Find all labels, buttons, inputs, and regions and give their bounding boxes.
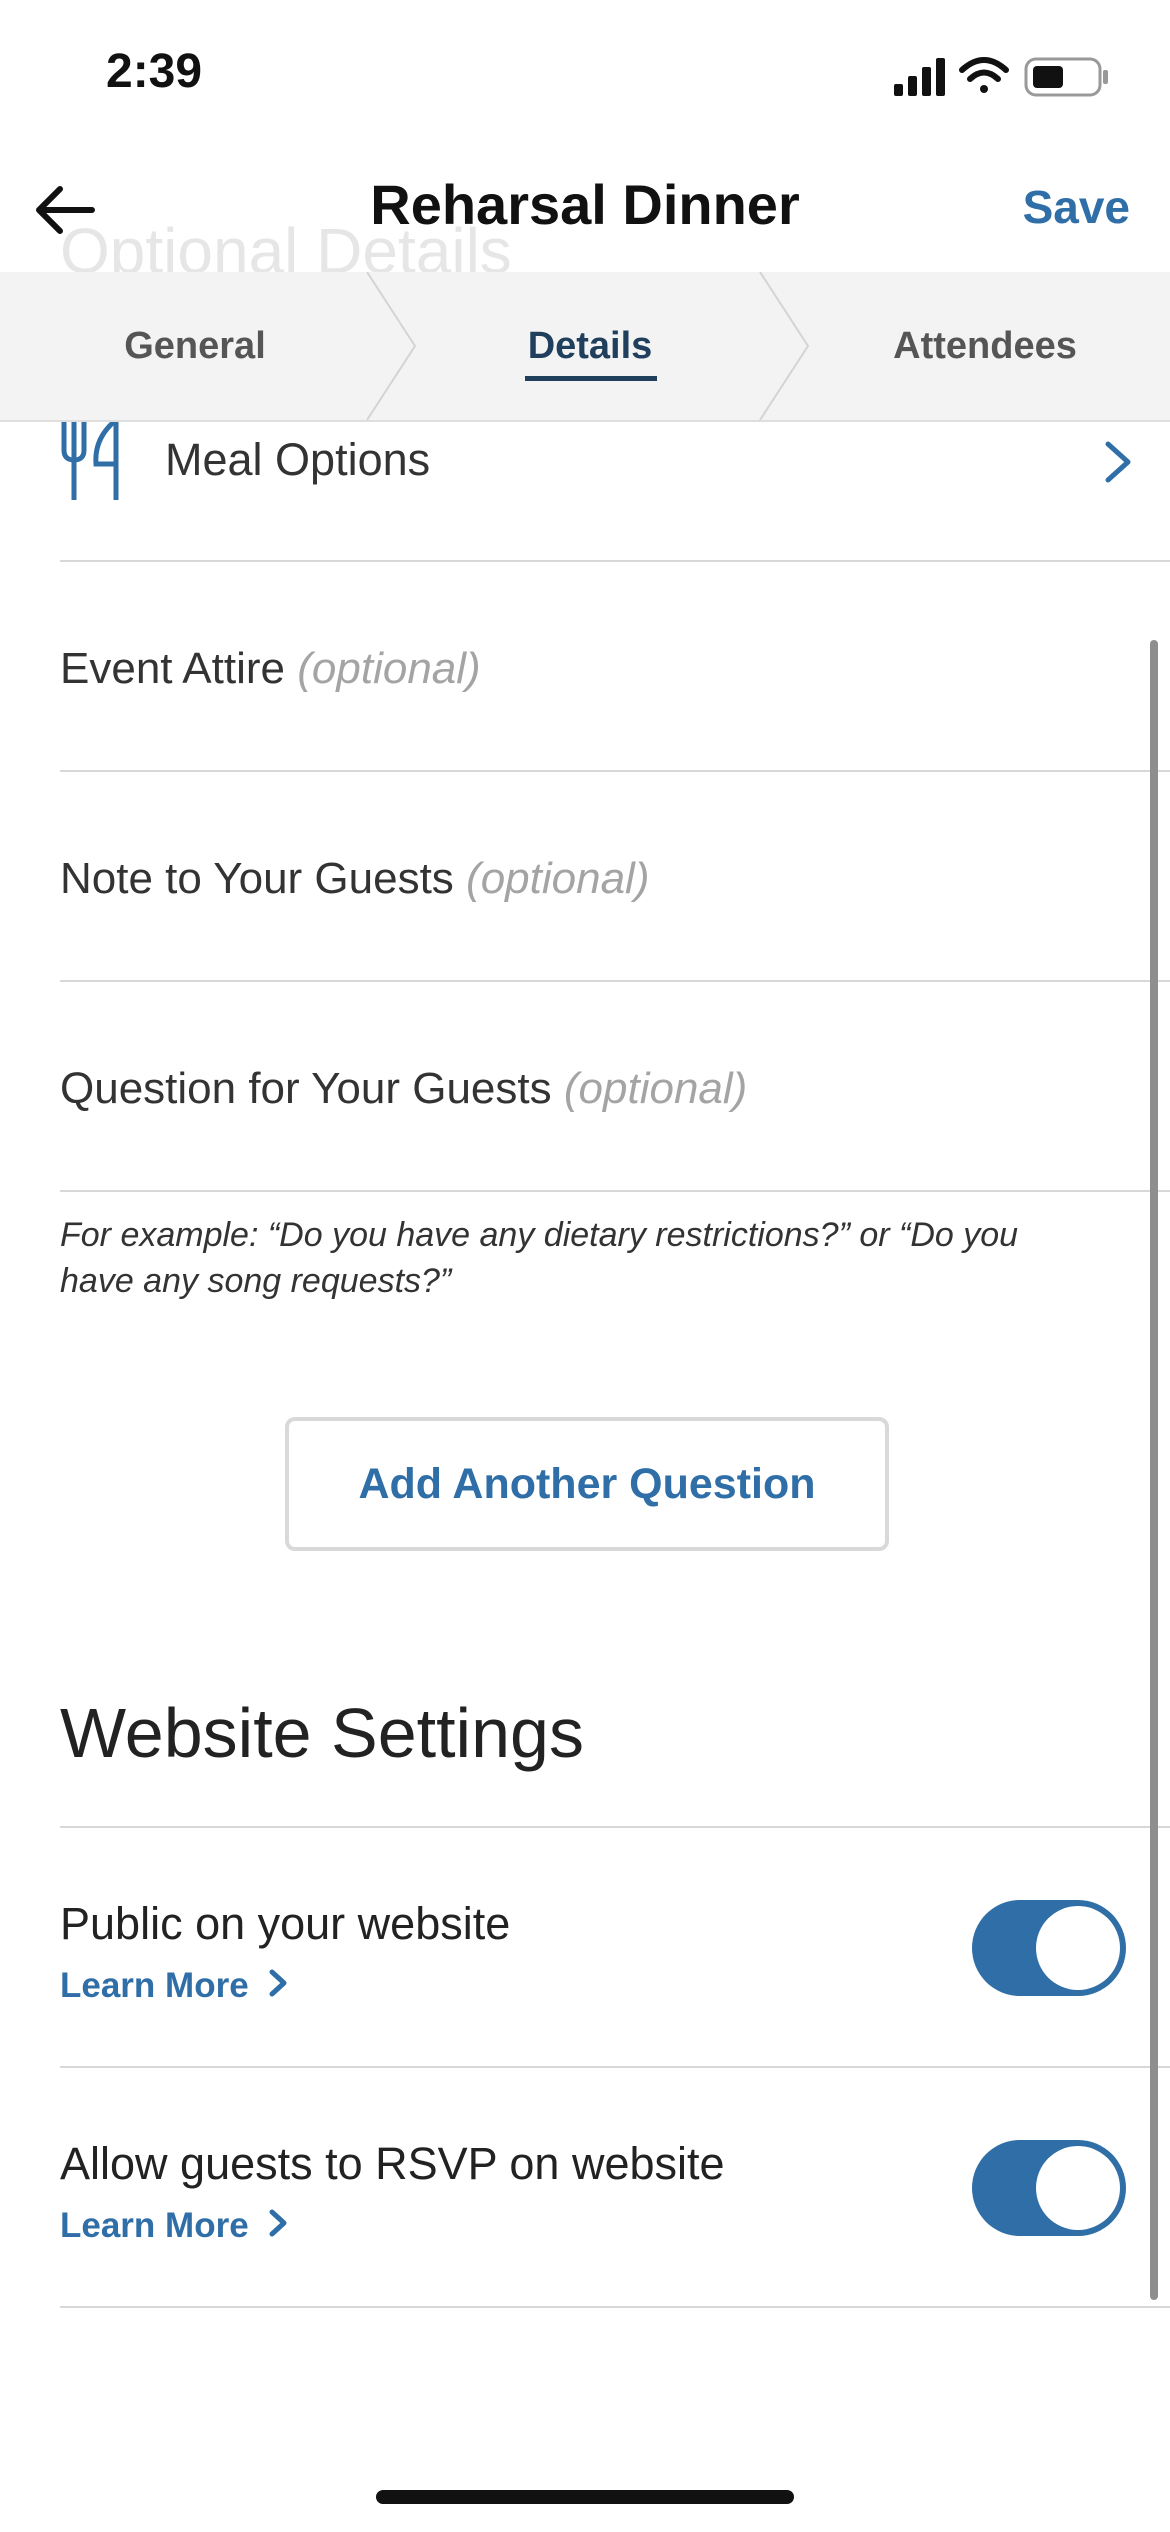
active-tab-underline bbox=[525, 376, 657, 381]
public-on-website-toggle[interactable] bbox=[972, 1900, 1126, 1996]
fork-knife-icon bbox=[61, 420, 119, 500]
question-for-guests-label: Question for Your Guests (optional) bbox=[60, 1064, 748, 1113]
chevron-right-icon bbox=[269, 2209, 287, 2237]
meal-options-label: Meal Options bbox=[165, 434, 431, 485]
public-on-website-row: Public on your website Learn More bbox=[60, 1828, 1170, 2068]
chevron-right-icon bbox=[269, 1969, 287, 1997]
learn-more-link[interactable]: Learn More bbox=[60, 1966, 288, 2006]
toggle-knob bbox=[1036, 1906, 1120, 1990]
toggle-knob bbox=[1036, 2146, 1120, 2230]
tab-details[interactable]: Details bbox=[395, 272, 785, 420]
status-icons bbox=[894, 57, 1108, 97]
status-bar: 2:39 bbox=[0, 0, 1170, 150]
optional-hint: (optional) bbox=[297, 644, 481, 693]
note-to-guests-field[interactable]: Note to Your Guests (optional) bbox=[60, 772, 1170, 982]
event-attire-label: Event Attire (optional) bbox=[60, 644, 481, 693]
event-attire-field[interactable]: Event Attire (optional) bbox=[60, 562, 1170, 772]
home-indicator bbox=[376, 2490, 794, 2504]
wifi-icon bbox=[959, 57, 1009, 93]
tab-attendees[interactable]: Attendees bbox=[790, 272, 1170, 420]
allow-rsvp-row: Allow guests to RSVP on website Learn Mo… bbox=[60, 2068, 1170, 2308]
question-helper-text: For example: “Do you have any dietary re… bbox=[60, 1216, 1019, 1300]
chevron-right-icon bbox=[1105, 441, 1131, 483]
question-for-guests-field[interactable]: Question for Your Guests (optional) bbox=[60, 982, 1170, 1192]
allow-rsvp-toggle[interactable] bbox=[972, 2140, 1126, 2236]
signal-icon bbox=[894, 58, 945, 96]
meal-options-row[interactable]: Meal Options bbox=[60, 420, 1170, 562]
add-another-question-button[interactable]: Add Another Question bbox=[285, 1417, 889, 1551]
save-button[interactable]: Save bbox=[1023, 180, 1130, 234]
battery-icon bbox=[1024, 57, 1108, 97]
step-tabs: General Details Attendees bbox=[0, 272, 1170, 422]
optional-hint: (optional) bbox=[563, 1064, 748, 1113]
note-to-guests-label: Note to Your Guests (optional) bbox=[60, 854, 650, 903]
allow-rsvp-label: Allow guests to RSVP on website bbox=[60, 2138, 725, 2189]
tab-general[interactable]: General bbox=[0, 272, 390, 420]
scrollbar[interactable] bbox=[1150, 640, 1158, 2300]
website-settings-heading: Website Settings bbox=[60, 1694, 584, 1772]
learn-more-link[interactable]: Learn More bbox=[60, 2206, 288, 2246]
optional-hint: (optional) bbox=[466, 854, 650, 903]
status-time: 2:39 bbox=[106, 45, 203, 98]
public-on-website-label: Public on your website bbox=[60, 1898, 511, 1949]
